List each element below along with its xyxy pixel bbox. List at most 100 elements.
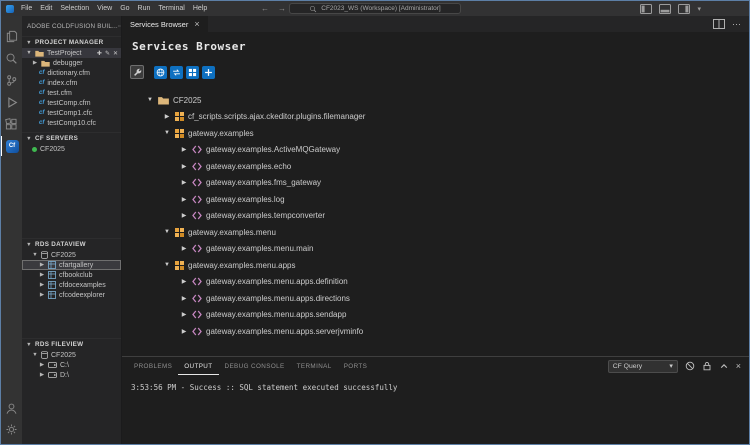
chevron-down-icon[interactable]: ▼ [32, 352, 38, 358]
run-debug-icon[interactable] [1, 92, 22, 112]
add-service-button[interactable] [202, 66, 215, 79]
chevron-right-icon[interactable]: ▶ [39, 362, 45, 368]
chevron-down-icon[interactable]: ▼ [163, 229, 171, 235]
rds-fileview-header[interactable]: ▼ RDS FILEVIEW [22, 339, 121, 350]
refresh-services-button[interactable] [170, 66, 183, 79]
chevron-down-icon[interactable]: ▼ [163, 262, 171, 268]
toggle-panel-icon[interactable] [659, 4, 671, 14]
chevron-right-icon[interactable]: ▶ [180, 163, 188, 170]
chevron-down-icon[interactable]: ▼ [32, 252, 38, 258]
more-actions-icon[interactable]: ⋯ [732, 19, 741, 30]
chevron-right-icon[interactable]: ▶ [39, 272, 45, 278]
menu-run[interactable]: Run [134, 5, 155, 12]
close-panel-icon[interactable]: × [736, 362, 741, 371]
project-manager-header[interactable]: ▼ PROJECT MANAGER [22, 37, 121, 48]
tree-item[interactable]: ▶gateway.examples.menu.apps.definition [122, 274, 749, 291]
chevron-right-icon[interactable]: ▶ [39, 372, 45, 378]
menu-file[interactable]: File [17, 5, 36, 12]
tree-item[interactable]: ▼gateway.examples.menu.apps [122, 257, 749, 274]
chevron-down-icon[interactable]: ▼ [26, 50, 32, 56]
chevron-right-icon[interactable]: ▶ [180, 278, 188, 285]
chevron-right-icon[interactable]: ▶ [180, 146, 188, 153]
menu-go[interactable]: Go [116, 5, 133, 12]
tab-debug-console[interactable]: DEBUG CONSOLE [219, 357, 291, 375]
chevron-right-icon[interactable]: ▶ [180, 212, 188, 219]
tree-item[interactable]: ▶gateway.examples.menu.apps.serverjvminf… [122, 323, 749, 340]
tree-item[interactable]: ▶cf_scripts.scripts.ajax.ckeditor.plugin… [122, 109, 749, 126]
chevron-right-icon[interactable]: ▶ [32, 60, 38, 66]
back-icon[interactable]: ← [261, 3, 269, 14]
file-row[interactable]: cftestComp.cfm [22, 98, 121, 108]
file-row[interactable]: cftest.cfm [22, 88, 121, 98]
chevron-right-icon[interactable]: ▶ [39, 282, 45, 288]
chevron-down-icon[interactable]: ▼ [163, 130, 171, 136]
edit-icon[interactable]: ✎ [105, 50, 110, 57]
source-control-icon[interactable] [1, 70, 22, 90]
project-row-testproject[interactable]: ▼ TestProject ✚ ✎ ✕ [22, 48, 121, 58]
more-actions-icon[interactable]: ⋯ [118, 23, 121, 30]
extensions-icon[interactable] [1, 114, 22, 134]
chevron-right-icon[interactable]: ▶ [180, 196, 188, 203]
tree-item[interactable]: ▶gateway.examples.echo [122, 158, 749, 175]
chevron-right-icon[interactable]: ▶ [180, 295, 188, 302]
browse-services-button[interactable] [154, 66, 167, 79]
output-channel-select[interactable]: CF Query ▾ [608, 360, 678, 373]
tree-item[interactable]: ▶gateway.examples.fms_gateway [122, 175, 749, 192]
tab-output[interactable]: OUTPUT [178, 357, 218, 375]
database-row[interactable]: ▶cfcodeexplorer [22, 290, 121, 300]
database-row[interactable]: ▶cfdocexamples [22, 280, 121, 290]
tree-item[interactable]: ▶gateway.examples.ActiveMQGateway [122, 142, 749, 159]
split-editor-icon[interactable] [713, 19, 725, 29]
customize-layout-icon[interactable]: ▾ [697, 5, 701, 13]
file-row[interactable]: cfindex.cfm [22, 78, 121, 88]
menu-view[interactable]: View [93, 5, 116, 12]
server-row[interactable]: CF2025 [22, 144, 121, 154]
close-icon[interactable]: × [194, 20, 199, 28]
command-center[interactable]: CF2023_WS (Workspace) [Administrator] [289, 3, 461, 14]
fileview-server-row[interactable]: ▼ CF2025 [22, 350, 121, 360]
forward-icon[interactable]: → [278, 3, 286, 14]
database-row[interactable]: ▶cfartgallery [22, 260, 121, 270]
tree-item[interactable]: ▶gateway.examples.menu.apps.directions [122, 290, 749, 307]
chevron-right-icon[interactable]: ▶ [180, 245, 188, 252]
rds-dataview-header[interactable]: ▼ RDS DATAVIEW [22, 239, 121, 250]
search-sidebar-icon[interactable] [1, 48, 22, 68]
chevron-right-icon[interactable]: ▶ [180, 328, 188, 335]
file-row[interactable]: cftestComp1.cfc [22, 108, 121, 118]
chevron-right-icon[interactable]: ▶ [39, 262, 45, 268]
coldfusion-icon[interactable]: Cf [1, 136, 22, 156]
clear-output-icon[interactable] [685, 361, 695, 371]
drive-row[interactable]: ▶D:\ [22, 370, 121, 380]
chevron-right-icon[interactable]: ▶ [163, 113, 171, 120]
tree-item[interactable]: ▶gateway.examples.menu.main [122, 241, 749, 258]
view-grid-button[interactable] [186, 66, 199, 79]
explorer-icon[interactable] [1, 26, 22, 46]
chevron-right-icon[interactable]: ▶ [180, 311, 188, 318]
chevron-right-icon[interactable]: ▶ [39, 292, 45, 298]
scroll-lock-icon[interactable] [702, 361, 712, 371]
chevron-right-icon[interactable]: ▶ [180, 179, 188, 186]
menu-edit[interactable]: Edit [36, 5, 56, 12]
tab-problems[interactable]: PROBLEMS [128, 357, 178, 375]
tab-terminal[interactable]: TERMINAL [291, 357, 338, 375]
cf-servers-header[interactable]: ▼ CF SERVERS [22, 133, 121, 144]
account-icon[interactable] [1, 398, 22, 418]
tree-item[interactable]: ▶gateway.examples.log [122, 191, 749, 208]
file-row[interactable]: cftestComp10.cfc [22, 118, 121, 128]
database-row[interactable]: ▶cfbookclub [22, 270, 121, 280]
maximize-panel-icon[interactable] [719, 361, 729, 371]
drive-row[interactable]: ▶C:\ [22, 360, 121, 370]
tree-item[interactable]: ▼CF2025 [122, 92, 749, 109]
tab-services-browser[interactable]: Services Browser × [122, 16, 209, 32]
menu-help[interactable]: Help [189, 5, 211, 12]
tree-item[interactable]: ▶gateway.examples.tempconverter [122, 208, 749, 225]
tree-item[interactable]: ▼gateway.examples.menu [122, 224, 749, 241]
delete-icon[interactable]: ✕ [113, 50, 118, 57]
folder-row-debugger[interactable]: ▶ debugger [22, 58, 121, 68]
dataview-server-row[interactable]: ▼ CF2025 [22, 250, 121, 260]
settings-gear-icon[interactable] [1, 419, 22, 439]
toggle-secondary-sidebar-icon[interactable] [678, 4, 690, 14]
add-item-icon[interactable]: ✚ [97, 50, 102, 57]
menu-selection[interactable]: Selection [56, 5, 93, 12]
tab-ports[interactable]: PORTS [338, 357, 374, 375]
